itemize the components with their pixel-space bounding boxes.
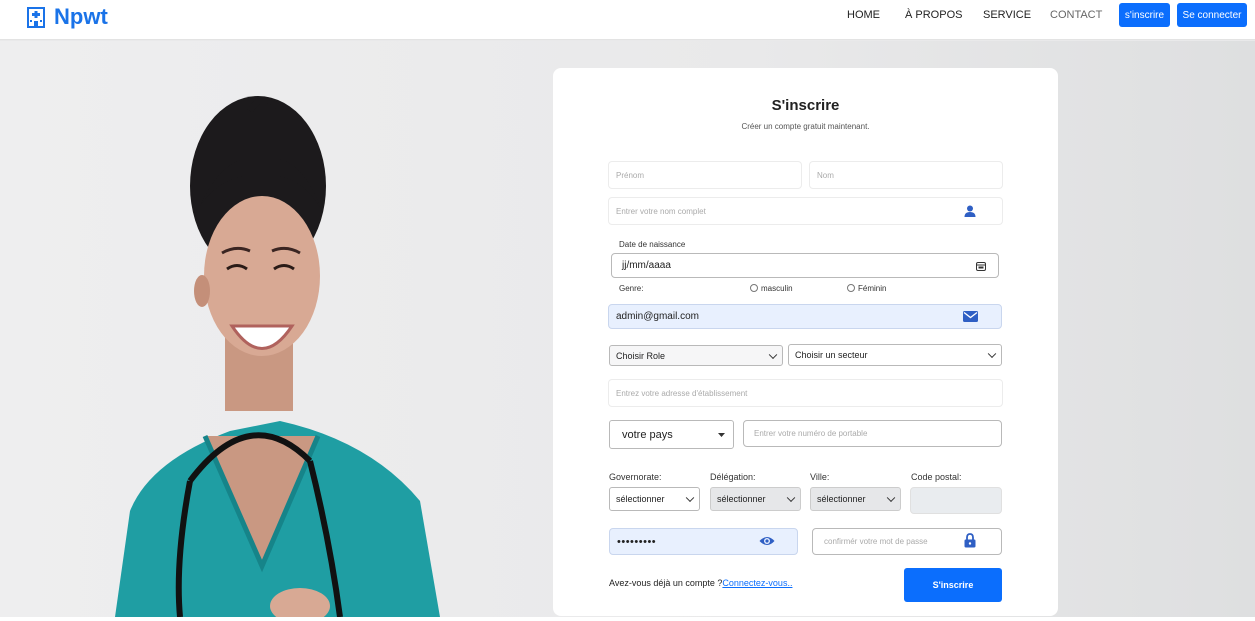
birthdate-label: Date de naissance bbox=[619, 240, 686, 249]
form-subtitle: Créer un compte gratuit maintenant. bbox=[741, 122, 870, 131]
nurse-image bbox=[115, 96, 440, 617]
hospital-icon bbox=[27, 7, 45, 28]
postal-code-label: Code postal: bbox=[911, 472, 962, 482]
chevron-down-icon bbox=[768, 350, 778, 359]
nav-about[interactable]: À PROPOS bbox=[905, 9, 962, 21]
sector-select-value: Choisir un secteur bbox=[795, 350, 868, 360]
governorate-label: Governorate: bbox=[609, 472, 662, 482]
calendar-icon[interactable] bbox=[976, 261, 986, 271]
city-label: Ville: bbox=[810, 472, 830, 482]
prenom-input[interactable]: Prénom bbox=[608, 161, 802, 189]
gender-label: Genre: bbox=[619, 284, 644, 293]
gender-female-radio[interactable] bbox=[847, 284, 855, 292]
have-account-line: Avez-vous déjà un compte ?Connectez-vous… bbox=[609, 578, 792, 588]
fullname-input[interactable]: Entrer votre nom complet bbox=[608, 197, 1003, 225]
chevron-down-icon bbox=[886, 493, 896, 503]
chevron-down-icon bbox=[786, 493, 796, 503]
caret-down-icon bbox=[718, 433, 725, 437]
role-select[interactable]: Choisir Role bbox=[609, 345, 783, 366]
nav-service[interactable]: SERVICE bbox=[983, 9, 1031, 21]
header-signup-button[interactable]: s'inscrire bbox=[1119, 3, 1170, 27]
city-select-value: sélectionner bbox=[817, 494, 866, 504]
country-select[interactable]: votre pays bbox=[609, 420, 734, 449]
address-input[interactable]: Entrez votre adresse d'établissement bbox=[608, 379, 1003, 407]
delegation-label: Délégation: bbox=[710, 472, 756, 482]
role-select-value: Choisir Role bbox=[616, 350, 666, 361]
eye-icon[interactable] bbox=[759, 535, 775, 547]
brand-logo[interactable]: Npwt bbox=[26, 4, 108, 30]
signup-submit-button[interactable]: S'inscrire bbox=[904, 568, 1002, 602]
gender-female-label: Féminin bbox=[858, 284, 887, 293]
birthdate-input[interactable]: jj/mm/aaaa bbox=[611, 253, 999, 278]
user-icon bbox=[964, 205, 976, 217]
gender-male-label: masculin bbox=[761, 284, 793, 293]
city-select[interactable]: sélectionner bbox=[810, 487, 901, 511]
envelope-icon bbox=[963, 311, 978, 322]
header-login-button[interactable]: Se connecter bbox=[1177, 3, 1247, 27]
nom-input[interactable]: Nom bbox=[809, 161, 1003, 189]
registration-card: S'inscrire Créer un compte gratuit maint… bbox=[553, 68, 1058, 616]
page-bottom bbox=[0, 617, 1255, 621]
sector-select[interactable]: Choisir un secteur bbox=[788, 344, 1002, 366]
postal-code-input[interactable] bbox=[910, 487, 1002, 514]
nav-home[interactable]: HOME bbox=[847, 9, 880, 21]
nav-contact[interactable]: CONTACT bbox=[1050, 9, 1102, 21]
email-input[interactable]: admin@gmail.com bbox=[608, 304, 1002, 329]
have-account-text: Avez-vous déjà un compte ? bbox=[609, 578, 723, 588]
country-select-value: votre pays bbox=[622, 428, 673, 441]
form-title: S'inscrire bbox=[771, 97, 840, 114]
login-link[interactable]: Connectez-vous.. bbox=[722, 578, 792, 588]
delegation-select[interactable]: sélectionner bbox=[710, 487, 801, 511]
phone-input[interactable]: Entrer votre numéro de portable bbox=[743, 420, 1002, 447]
brand-name: Npwt bbox=[54, 4, 108, 29]
governorate-select-value: sélectionner bbox=[616, 494, 665, 504]
chevron-down-icon bbox=[685, 493, 695, 503]
lock-icon bbox=[964, 533, 976, 548]
gender-male-radio[interactable] bbox=[750, 284, 758, 292]
governorate-select[interactable]: sélectionner bbox=[609, 487, 700, 511]
delegation-select-value: sélectionner bbox=[717, 494, 766, 504]
chevron-down-icon bbox=[987, 349, 997, 359]
top-navbar: Npwt HOME À PROPOS SERVICE CONTACT s'ins… bbox=[0, 0, 1255, 40]
